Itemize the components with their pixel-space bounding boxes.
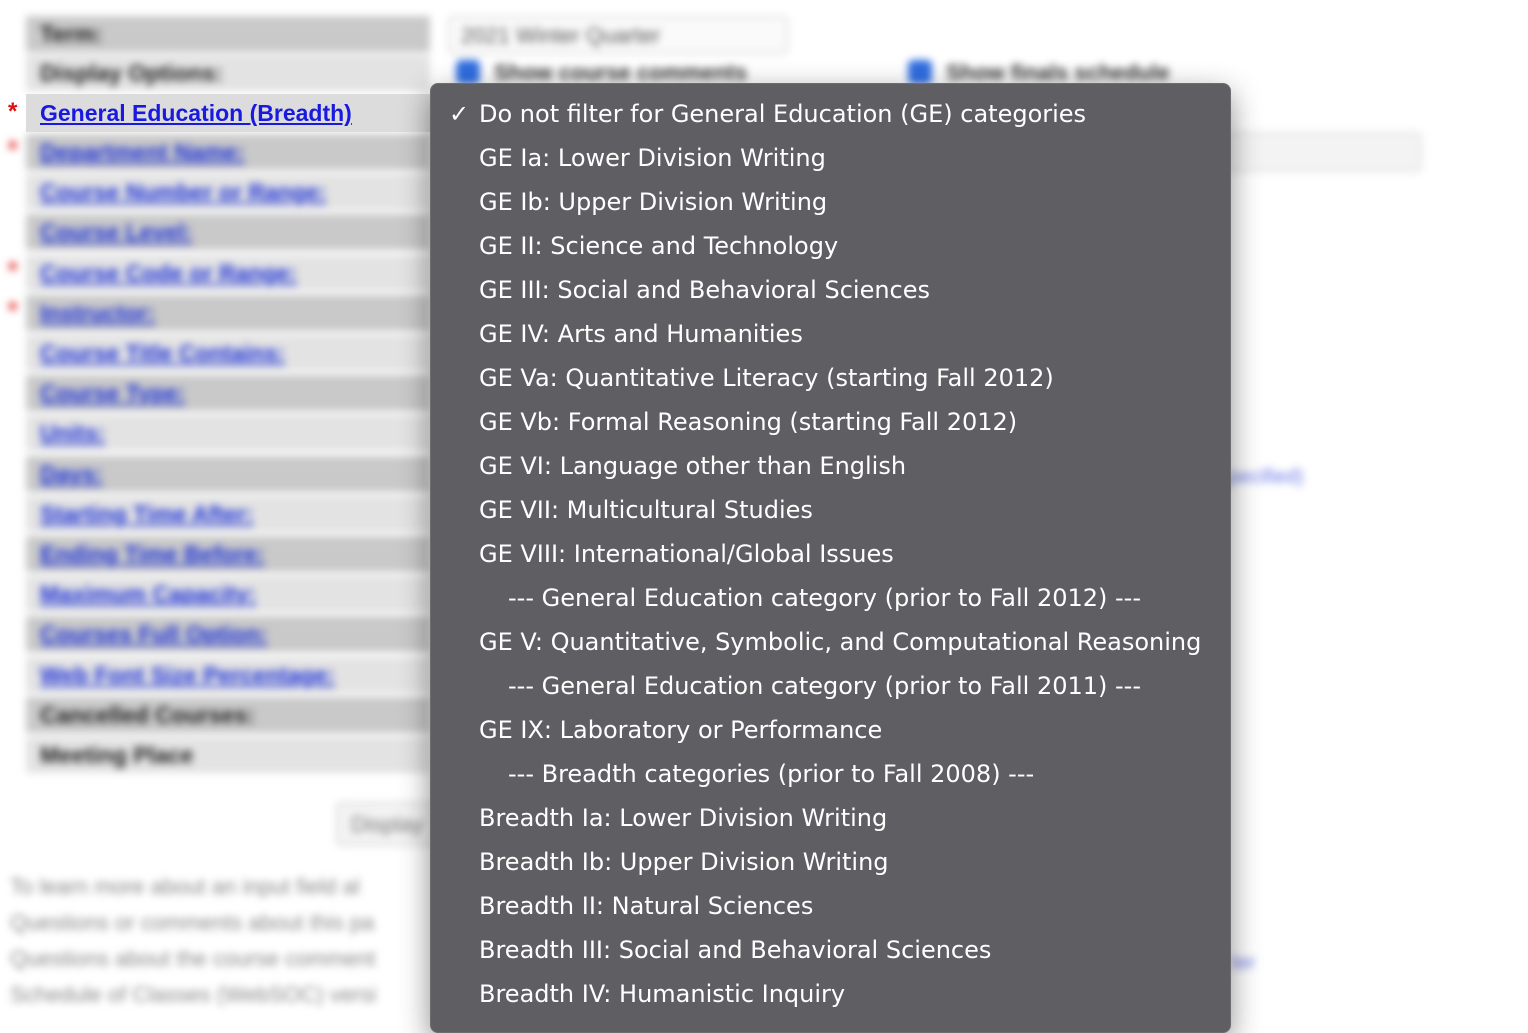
form-row-label[interactable]: Maximum Capacity:	[40, 581, 256, 607]
dropdown-option-label: Do not filter for General Education (GE)…	[479, 100, 1087, 128]
show-comments-checkbox[interactable]	[456, 60, 480, 84]
form-row-label[interactable]: Units:	[40, 420, 105, 446]
form-row: Course Number or Range:	[26, 174, 430, 210]
dropdown-option-label: GE V: Quantitative, Symbolic, and Comput…	[479, 628, 1202, 656]
form-row: Instructor:	[26, 295, 430, 331]
display-options-label: Display Options:	[40, 60, 223, 86]
dropdown-group-header: --- General Education category (prior to…	[431, 576, 1230, 620]
form-row: Web Font Size Percentage:	[26, 657, 430, 693]
display-options-row: Display Options:	[26, 55, 430, 91]
form-row-label[interactable]: Ending Time Before:	[40, 541, 265, 567]
form-row-label[interactable]: Course Code or Range:	[40, 260, 297, 286]
form-row: Units:	[26, 415, 430, 451]
dropdown-option-label: GE Va: Quantitative Literacy (starting F…	[479, 364, 1054, 392]
form-row-label[interactable]: Course Type:	[40, 380, 185, 406]
form-row: Course Level:	[26, 214, 430, 250]
required-asterisk: *	[8, 98, 18, 125]
form-row: Meeting Place	[26, 737, 430, 773]
form-row-label[interactable]: Course Level:	[40, 219, 192, 245]
dropdown-option-label: GE III: Social and Behavioral Sciences	[479, 276, 931, 304]
form-row-label[interactable]: Starting Time After:	[40, 501, 253, 527]
footer-line: To learn more about an input field al	[10, 874, 360, 899]
form-row: Courses Full Option:	[26, 616, 430, 652]
dropdown-option[interactable]: GE IX: Laboratory or Performance	[431, 708, 1230, 752]
footer-line: Schedule of Classes (WebSOC) versi	[10, 982, 377, 1007]
dropdown-option[interactable]: Breadth III: Social and Behavioral Scien…	[431, 928, 1230, 972]
dropdown-option-label: --- Breadth categories (prior to Fall 20…	[508, 760, 1035, 788]
unspecified-link[interactable]: pecified)	[1228, 466, 1304, 489]
dropdown-option[interactable]: Breadth IV: Humanistic Inquiry	[431, 972, 1230, 1016]
dropdown-option-label: Breadth II: Natural Sciences	[479, 892, 814, 920]
dropdown-option[interactable]: Breadth II: Natural Sciences	[431, 884, 1230, 928]
dropdown-option-label: GE IX: Laboratory or Performance	[479, 716, 883, 744]
footer-side-link[interactable]: ter	[1232, 952, 1255, 975]
dropdown-option[interactable]: GE VII: Multicultural Studies	[431, 488, 1230, 532]
form-row: Maximum Capacity:	[26, 576, 430, 612]
dropdown-option[interactable]: ✓ Do not filter for General Education (GE…	[431, 92, 1230, 136]
show-finals-checkbox[interactable]	[908, 60, 932, 84]
dropdown-option-label: GE Ib: Upper Division Writing	[479, 188, 828, 216]
form-row: Cancelled Courses:	[26, 697, 430, 733]
form-row-label[interactable]: Courses Full Option:	[40, 621, 267, 647]
dropdown-option[interactable]: GE Vb: Formal Reasoning (starting Fall 2…	[431, 400, 1230, 444]
dropdown-option[interactable]: GE IV: Arts and Humanities	[431, 312, 1230, 356]
dropdown-option-label: Breadth Ia: Lower Division Writing	[479, 804, 888, 832]
dropdown-option-label: GE VI: Language other than English	[479, 452, 907, 480]
dropdown-option-label: --- General Education category (prior to…	[508, 584, 1141, 612]
department-select[interactable]	[1200, 132, 1422, 172]
form-row: Days:	[26, 456, 430, 492]
dropdown-group-header: --- Breadth categories (prior to Fall 20…	[431, 752, 1230, 796]
form-row-label: Meeting Place	[40, 742, 194, 768]
required-asterisk: *	[8, 136, 18, 163]
ge-field-link[interactable]: General Education (Breadth)	[40, 100, 352, 126]
form-row: Starting Time After:	[26, 496, 430, 532]
term-row: Term:	[26, 16, 430, 52]
dropdown-option[interactable]: GE Ib: Upper Division Writing	[431, 180, 1230, 224]
dropdown-option-label: GE II: Science and Technology	[479, 232, 839, 260]
form-row-label[interactable]: Course Title Contains:	[40, 340, 285, 366]
footer-line: Questions or comments about this pa	[10, 910, 375, 935]
dropdown-option[interactable]: Breadth Ia: Lower Division Writing	[431, 796, 1230, 840]
form-row-label: Cancelled Courses:	[40, 702, 255, 728]
dropdown-option[interactable]: GE II: Science and Technology	[431, 224, 1230, 268]
dropdown-option-label: --- General Education category (prior to…	[508, 672, 1141, 700]
term-select[interactable]: 2021 Winter Quarter	[448, 16, 788, 54]
ge-category-dropdown[interactable]: ✓ Do not filter for General Education (GE…	[430, 83, 1231, 1033]
dropdown-option[interactable]: GE VI: Language other than English	[431, 444, 1230, 488]
ge-field-label[interactable]: General Education (Breadth)	[26, 94, 430, 132]
dropdown-option-label: GE Vb: Formal Reasoning (starting Fall 2…	[479, 408, 1018, 436]
form-row-label[interactable]: Department Name:	[40, 139, 245, 165]
dropdown-option-label: Breadth Ib: Upper Division Writing	[479, 848, 889, 876]
form-row: Course Code or Range:	[26, 255, 430, 291]
form-row: Course Title Contains:	[26, 335, 430, 371]
dropdown-option[interactable]: GE V: Quantitative, Symbolic, and Comput…	[431, 620, 1230, 664]
required-asterisk: *	[8, 257, 18, 284]
dropdown-option[interactable]: Breadth Ib: Upper Division Writing	[431, 840, 1230, 884]
required-asterisk: *	[8, 297, 18, 324]
dropdown-option[interactable]: GE VIII: International/Global Issues	[431, 532, 1230, 576]
checkmark-icon: ✓	[448, 100, 470, 128]
form-row: Ending Time Before:	[26, 536, 430, 572]
form-row: Course Type:	[26, 375, 430, 411]
footer-line: Questions about the course comment	[10, 946, 376, 971]
term-label: Term:	[40, 21, 103, 47]
form-row-label[interactable]: Web Font Size Percentage:	[40, 662, 335, 688]
dropdown-option-label: GE IV: Arts and Humanities	[479, 320, 803, 348]
dropdown-option-label: Breadth III: Social and Behavioral Scien…	[479, 936, 992, 964]
form-row-label[interactable]: Days:	[40, 461, 103, 487]
dropdown-option[interactable]: GE Ia: Lower Division Writing	[431, 136, 1230, 180]
form-row-label[interactable]: Instructor:	[40, 300, 155, 326]
dropdown-option-label: Breadth IV: Humanistic Inquiry	[479, 980, 846, 1008]
dropdown-option-label: GE VIII: International/Global Issues	[479, 540, 894, 568]
dropdown-option-label: GE VII: Multicultural Studies	[479, 496, 813, 524]
form-row-label[interactable]: Course Number or Range:	[40, 179, 326, 205]
dropdown-option-label: GE Ia: Lower Division Writing	[479, 144, 826, 172]
dropdown-option[interactable]: GE III: Social and Behavioral Sciences	[431, 268, 1230, 312]
dropdown-option[interactable]: GE Va: Quantitative Literacy (starting F…	[431, 356, 1230, 400]
dropdown-group-header: --- General Education category (prior to…	[431, 664, 1230, 708]
form-row: Department Name:	[26, 134, 430, 170]
